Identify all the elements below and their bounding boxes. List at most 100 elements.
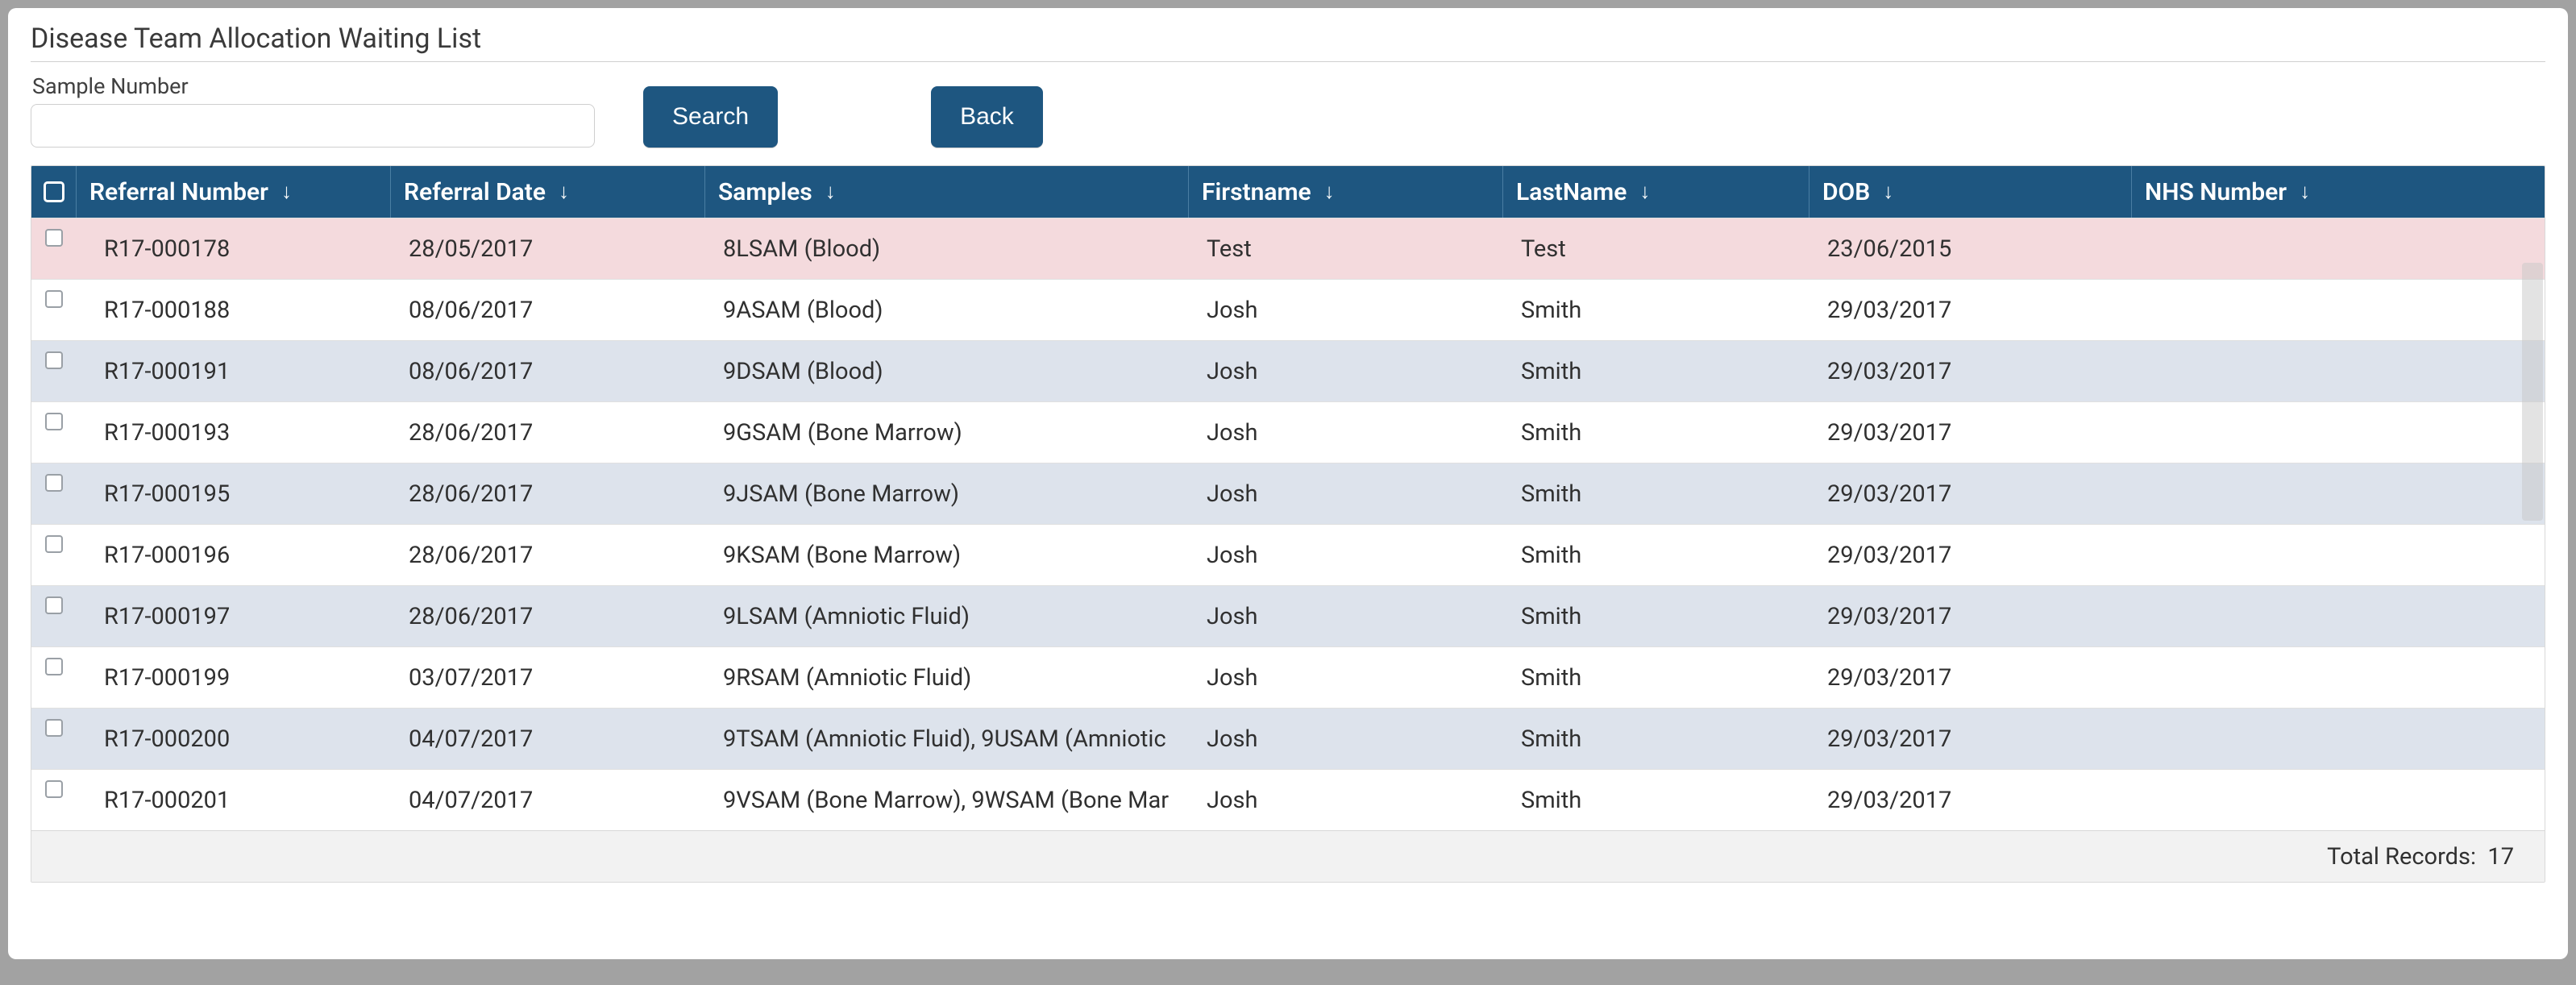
cell-dob: 29/03/2017 [1809,463,2132,524]
cell-nhs-number [2132,586,2545,646]
row-select-cell [31,402,77,463]
row-select-cell [31,647,77,708]
page-title: Disease Team Allocation Waiting List [31,18,2545,61]
cell-samples: 8LSAM (Blood) [705,218,1189,279]
cell-nhs-number [2132,709,2545,769]
table-row[interactable]: R17-00019628/06/20179KSAM (Bone Marrow)J… [31,524,2545,585]
cell-referral-number: R17-000191 [77,341,391,401]
cell-referral-date: 28/06/2017 [391,402,705,463]
header-referral-date[interactable]: Referral Date ↓ [391,166,705,218]
cell-firstname: Josh [1189,463,1503,524]
header-label: LastName [1516,178,1627,206]
row-checkbox[interactable] [45,535,63,553]
cell-lastname: Test [1503,218,1809,279]
sort-desc-icon: ↓ [1639,181,1650,202]
cell-lastname: Smith [1503,402,1809,463]
table-row[interactable]: R17-00019903/07/20179RSAM (Amniotic Flui… [31,646,2545,708]
cell-lastname: Smith [1503,647,1809,708]
grid-body: R17-00017828/05/20178LSAM (Blood)TestTes… [31,218,2545,830]
table-row[interactable]: R17-00017828/05/20178LSAM (Blood)TestTes… [31,218,2545,279]
spacer [2476,843,2487,871]
cell-nhs-number [2132,770,2545,830]
header-firstname[interactable]: Firstname ↓ [1189,166,1503,218]
table-row[interactable]: R17-00019108/06/20179DSAM (Blood)JoshSmi… [31,340,2545,401]
cell-referral-number: R17-000178 [77,218,391,279]
cell-firstname: Josh [1189,586,1503,646]
sort-desc-icon: ↓ [1883,181,1893,202]
row-checkbox[interactable] [45,290,63,308]
row-checkbox[interactable] [45,780,63,798]
sample-number-input[interactable] [31,104,595,148]
cell-referral-number: R17-000201 [77,770,391,830]
cell-referral-date: 08/06/2017 [391,280,705,340]
cell-samples: 9TSAM (Amniotic Fluid), 9USAM (Amniotic [705,709,1189,769]
cell-firstname: Josh [1189,280,1503,340]
cell-samples: 9JSAM (Bone Marrow) [705,463,1189,524]
cell-referral-date: 28/06/2017 [391,586,705,646]
divider [31,61,2545,62]
cell-dob: 29/03/2017 [1809,525,2132,585]
cell-dob: 29/03/2017 [1809,770,2132,830]
row-checkbox[interactable] [45,229,63,247]
cell-referral-number: R17-000193 [77,402,391,463]
cell-firstname: Test [1189,218,1503,279]
header-nhs-number[interactable]: NHS Number ↓ [2132,166,2545,218]
cell-referral-date: 08/06/2017 [391,341,705,401]
row-select-cell [31,709,77,769]
row-checkbox[interactable] [45,596,63,614]
header-label: Referral Number [89,178,268,206]
header-lastname[interactable]: LastName ↓ [1503,166,1809,218]
cell-referral-date: 28/05/2017 [391,218,705,279]
row-checkbox[interactable] [45,351,63,369]
search-bar: Sample Number Search Back [31,73,2545,148]
row-select-cell [31,218,77,279]
table-row[interactable]: R17-00019728/06/20179LSAM (Amniotic Flui… [31,585,2545,646]
row-checkbox[interactable] [45,658,63,675]
total-records-label: Total Records: [2327,843,2476,871]
table-row[interactable]: R17-00020004/07/20179TSAM (Amniotic Flui… [31,708,2545,769]
row-select-cell [31,463,77,524]
sort-desc-icon: ↓ [825,181,836,202]
cell-dob: 29/03/2017 [1809,402,2132,463]
total-records-value: 17 [2487,843,2514,871]
scrollbar-thumb[interactable] [2522,263,2543,521]
cell-samples: 9RSAM (Amniotic Fluid) [705,647,1189,708]
cell-lastname: Smith [1503,280,1809,340]
table-row[interactable]: R17-00019528/06/20179JSAM (Bone Marrow)J… [31,463,2545,524]
row-checkbox[interactable] [45,474,63,492]
sort-desc-icon: ↓ [281,181,292,202]
cell-nhs-number [2132,280,2545,340]
table-row[interactable]: R17-00019328/06/20179GSAM (Bone Marrow)J… [31,401,2545,463]
row-select-cell [31,280,77,340]
cell-referral-number: R17-000199 [77,647,391,708]
header-label: NHS Number [2145,178,2287,206]
header-dob[interactable]: DOB ↓ [1809,166,2132,218]
row-checkbox[interactable] [45,719,63,737]
cell-lastname: Smith [1503,770,1809,830]
cell-lastname: Smith [1503,341,1809,401]
header-samples[interactable]: Samples ↓ [705,166,1189,218]
select-all-checkbox[interactable] [44,181,64,202]
header-select-all[interactable] [31,166,77,218]
cell-referral-number: R17-000197 [77,586,391,646]
cell-dob: 23/06/2015 [1809,218,2132,279]
cell-dob: 29/03/2017 [1809,709,2132,769]
cell-lastname: Smith [1503,586,1809,646]
table-row[interactable]: R17-00020104/07/20179VSAM (Bone Marrow),… [31,769,2545,830]
cell-nhs-number [2132,525,2545,585]
cell-dob: 29/03/2017 [1809,341,2132,401]
cell-referral-date: 28/06/2017 [391,525,705,585]
row-select-cell [31,586,77,646]
cell-firstname: Josh [1189,341,1503,401]
search-button[interactable]: Search [643,86,778,148]
grid-footer: Total Records: 17 [31,830,2545,882]
row-checkbox[interactable] [45,413,63,430]
back-button[interactable]: Back [931,86,1043,148]
cell-referral-date: 28/06/2017 [391,463,705,524]
sort-desc-icon: ↓ [2300,181,2310,202]
cell-referral-date: 03/07/2017 [391,647,705,708]
table-row[interactable]: R17-00018808/06/20179ASAM (Blood)JoshSmi… [31,279,2545,340]
header-referral-number[interactable]: Referral Number ↓ [77,166,391,218]
cell-referral-date: 04/07/2017 [391,770,705,830]
cell-lastname: Smith [1503,709,1809,769]
